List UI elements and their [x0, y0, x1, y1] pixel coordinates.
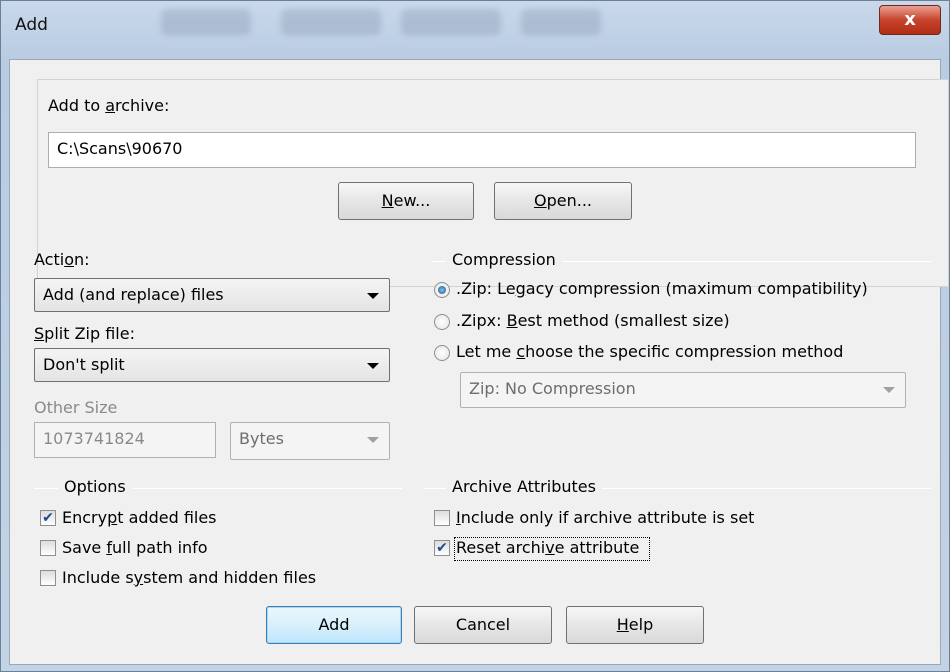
options-heading: Options — [58, 477, 132, 496]
help-button[interactable]: Help — [566, 606, 704, 644]
save-full-path-label[interactable]: Save full path info — [62, 538, 208, 557]
background-blur — [281, 9, 381, 35]
split-select-value: Don't split — [43, 355, 125, 374]
save-full-path-checkbox[interactable] — [40, 540, 56, 556]
background-blur — [161, 9, 251, 35]
action-select[interactable]: Add (and replace) files — [34, 278, 390, 312]
dialog-body: Add to archive: C:\Scans\90670 New... Op… — [9, 59, 949, 665]
archive-path-value: C:\Scans\90670 — [57, 139, 183, 158]
choose-method-radio[interactable] — [434, 345, 450, 361]
archive-path-input[interactable]: C:\Scans\90670 — [48, 132, 916, 168]
close-button[interactable]: x — [879, 5, 941, 35]
other-size-value: 1073741824 — [43, 429, 145, 448]
compression-method-value: Zip: No Compression — [469, 379, 636, 398]
compression-heading: Compression — [446, 250, 562, 269]
other-size-input: 1073741824 — [34, 422, 216, 458]
chevron-down-icon — [367, 437, 379, 443]
attributes-heading: Archive Attributes — [446, 477, 602, 496]
encrypt-label[interactable]: Encrypt added files — [62, 508, 217, 527]
choose-method-radio-label[interactable]: Let me choose the specific compression m… — [456, 342, 843, 361]
add-button[interactable]: Add — [266, 606, 402, 644]
action-select-value: Add (and replace) files — [43, 285, 224, 304]
reset-archive-attr-label[interactable]: Reset archive attribute — [456, 538, 639, 557]
compression-method-select: Zip: No Compression — [460, 372, 906, 408]
chevron-down-icon — [367, 363, 379, 369]
zip-radio[interactable] — [434, 282, 450, 298]
background-blur — [401, 9, 501, 35]
chevron-down-icon — [883, 387, 895, 393]
reset-archive-attr-checkbox[interactable]: ✔ — [434, 540, 450, 556]
include-system-label[interactable]: Include system and hidden files — [62, 568, 316, 587]
zipx-radio-label[interactable]: .Zipx: Best method (smallest size) — [456, 311, 730, 330]
split-select[interactable]: Don't split — [34, 348, 390, 382]
size-unit-select: Bytes — [230, 422, 390, 460]
add-dialog: Add x Add to archive: C:\Scans\90670 New… — [0, 0, 950, 672]
split-label: Split Zip file: — [34, 324, 135, 343]
background-blur — [521, 9, 601, 35]
archive-label: Add to archive: — [48, 96, 170, 115]
encrypt-checkbox[interactable]: ✔ — [40, 510, 56, 526]
window-title: Add — [15, 15, 48, 35]
open-button[interactable]: Open... — [494, 182, 632, 220]
chevron-down-icon — [367, 293, 379, 299]
include-archive-attr-label[interactable]: Include only if archive attribute is set — [456, 508, 754, 527]
include-system-checkbox[interactable] — [40, 570, 56, 586]
close-icon: x — [904, 9, 916, 30]
zip-radio-label[interactable]: .Zip: Legacy compression (maximum compat… — [456, 279, 868, 298]
new-button[interactable]: New... — [338, 182, 474, 220]
include-archive-attr-checkbox[interactable] — [434, 510, 450, 526]
cancel-button[interactable]: Cancel — [414, 606, 552, 644]
zipx-radio[interactable] — [434, 314, 450, 330]
action-label: Action: — [34, 250, 90, 269]
size-unit-value: Bytes — [239, 429, 284, 448]
title-bar[interactable]: Add x — [1, 1, 949, 59]
other-size-label: Other Size — [34, 398, 118, 417]
